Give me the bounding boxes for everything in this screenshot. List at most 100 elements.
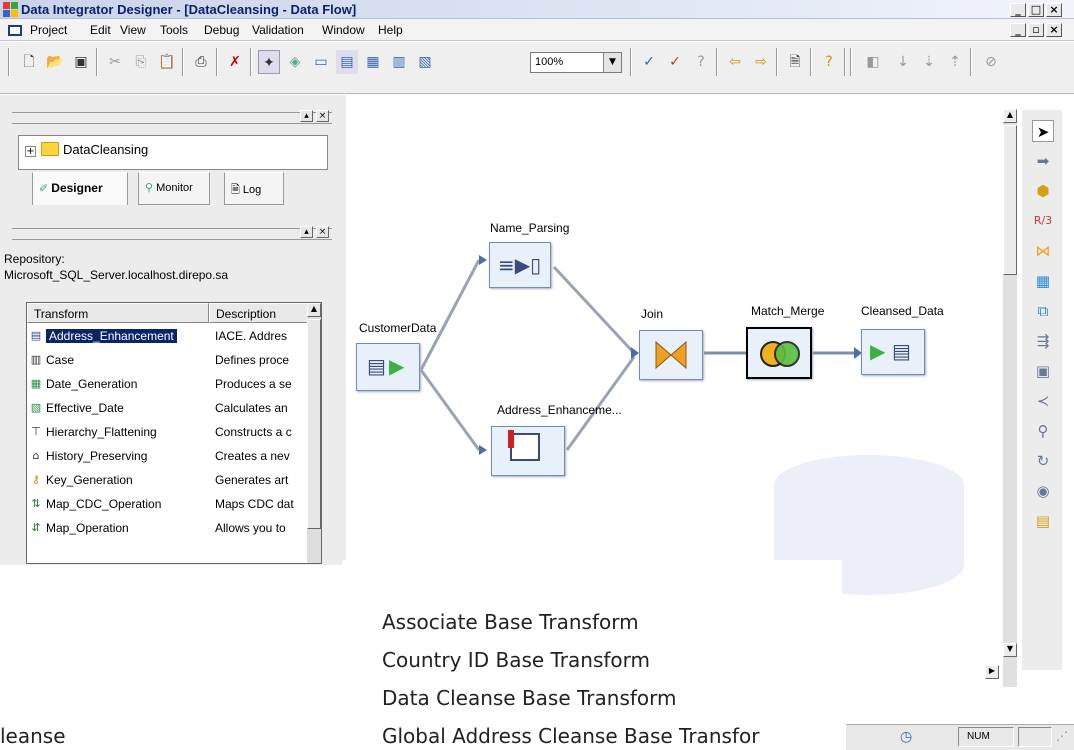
annotation-circle-icon[interactable]: ◉	[1032, 480, 1054, 502]
help-pointer-icon[interactable]: ?	[690, 50, 712, 74]
print-icon[interactable]: ⎙	[190, 50, 212, 74]
step-into-icon[interactable]: ⇣	[918, 50, 940, 74]
note-icon[interactable]: ▤	[1032, 510, 1054, 532]
menu-validation[interactable]: Validation	[252, 23, 304, 37]
node-cleansed-data[interactable]: ▶ ▤	[861, 329, 925, 375]
workflow-icon[interactable]: ⬢	[1032, 180, 1054, 202]
maximize-button[interactable]: □	[1028, 3, 1044, 17]
doc-minimize-button[interactable]: _	[1010, 23, 1026, 37]
conditional-icon[interactable]: ≺	[1032, 390, 1054, 412]
r3-icon[interactable]: R/3	[1032, 210, 1054, 232]
clock-icon: ◷	[900, 729, 913, 745]
save-all-icon[interactable]: ▣	[70, 50, 92, 74]
help-icon[interactable]: ?	[818, 50, 840, 74]
delete-icon[interactable]: ✗	[224, 50, 246, 74]
library-icon[interactable]: ▤	[336, 50, 358, 74]
view-data-icon[interactable]: 🗎	[784, 50, 806, 74]
panel-dock-button[interactable]: ▴	[300, 110, 313, 122]
node-address-enhancement[interactable]	[491, 426, 565, 476]
table-row[interactable]: ⚷ Key_Generation Generates art	[27, 469, 309, 493]
close-button[interactable]: ×	[1046, 3, 1062, 17]
menu-edit[interactable]: Edit	[90, 23, 111, 37]
resize-grip-icon[interactable]: ⋰	[1056, 729, 1068, 743]
library-dock-button[interactable]: ▴	[300, 226, 313, 238]
menu-debug[interactable]: Debug	[204, 23, 239, 37]
table-row[interactable]: ▥ Case Defines proce	[27, 349, 309, 373]
stop-debug-icon[interactable]: ⊘	[980, 50, 1002, 74]
canvas-vertical-scrollbar[interactable]: ▲ ▼	[1003, 109, 1017, 687]
paste-icon[interactable]: 📋	[156, 50, 178, 74]
scroll-down-icon[interactable]: ▼	[1003, 643, 1017, 657]
menu-tools[interactable]: Tools	[160, 23, 188, 37]
query-icon[interactable]: ⋈	[1032, 240, 1054, 262]
validate-all-icon[interactable]: ✓	[664, 50, 686, 74]
table-row[interactable]: ▧ Effective_Date Calculates an	[27, 397, 309, 421]
new-icon[interactable]: 🗋	[18, 50, 40, 74]
node-join[interactable]	[639, 330, 703, 380]
node-match-merge[interactable]	[746, 327, 812, 379]
template-table-icon[interactable]: ▦	[1032, 270, 1054, 292]
doc-restore-button[interactable]: ▫	[1028, 23, 1044, 37]
expand-icon[interactable]: +	[25, 146, 36, 157]
central-object-icon[interactable]: ▥	[388, 50, 410, 74]
table-scrollbar[interactable]: ▲	[307, 303, 321, 563]
project-area-icon[interactable]: ✦	[258, 50, 280, 74]
step-out-icon[interactable]: ⇡	[944, 50, 966, 74]
table-row[interactable]: ▤ Address_Enhancement IACE. Addres	[27, 325, 309, 349]
table-row[interactable]: ⇅ Map_CDC_Operation Maps CDC dat	[27, 493, 309, 517]
zoom-select[interactable]: 100% ▼	[530, 52, 622, 73]
cut-icon[interactable]: ✂	[104, 50, 126, 74]
library-close-button[interactable]: ×	[316, 226, 329, 238]
table-row[interactable]: ⇵ Map_Operation Allows you to	[27, 517, 309, 541]
doc-close-button[interactable]: ×	[1046, 23, 1062, 37]
designer-icon: ✐	[39, 182, 49, 195]
menu-project[interactable]: Project	[30, 23, 67, 37]
table-row[interactable]: ▦ Date_Generation Produces a se	[27, 373, 309, 397]
validate-current-icon[interactable]: ✓	[638, 50, 660, 74]
template-xml-icon[interactable]: ⧉	[1032, 300, 1054, 322]
tree-item-datacleansing[interactable]: DataCleansing	[63, 142, 148, 157]
column-header-description[interactable]: Description	[209, 303, 309, 323]
back-icon[interactable]: ⇦	[724, 50, 746, 74]
catch-icon[interactable]: ▣	[1032, 360, 1054, 382]
menu-window[interactable]: Window	[322, 23, 365, 37]
pointer-icon[interactable]: ➤	[1032, 120, 1054, 142]
tab-log[interactable]: 🗎 Log	[224, 172, 284, 205]
table-row[interactable]: ⌂ History_Preserving Creates a nev	[27, 445, 309, 469]
minimize-button[interactable]: _	[1010, 3, 1026, 17]
open-icon[interactable]: 📂	[44, 50, 66, 74]
node-customerdata[interactable]: ▤ ▶	[356, 343, 420, 391]
output-icon[interactable]: ◈	[284, 50, 306, 74]
table-row[interactable]: ⊤ Hierarchy_Flattening Constructs a c	[27, 421, 309, 445]
tab-monitor[interactable]: ⚲ Monitor	[138, 172, 210, 205]
node-name-parsing[interactable]: ≡▶▯	[489, 242, 551, 288]
tab-designer[interactable]: ✐ Designer	[32, 172, 128, 205]
try-icon[interactable]: ⚲	[1032, 420, 1054, 442]
canvas-scroll-thumb[interactable]	[1003, 125, 1017, 275]
step-over-icon[interactable]: ↓	[892, 50, 914, 74]
script-icon[interactable]: ⇶	[1032, 330, 1054, 352]
scroll-thumb[interactable]	[307, 319, 321, 529]
list-item: Associate Base Transform	[382, 610, 639, 634]
arrow-icon[interactable]: ➡	[1032, 150, 1054, 172]
source-table-icon: ▤	[367, 354, 386, 378]
column-header-transform[interactable]: Transform	[27, 303, 209, 323]
transform-name: Map_CDC_Operation	[46, 497, 162, 511]
forward-icon[interactable]: ⇨	[750, 50, 772, 74]
zoom-value: 100%	[535, 56, 564, 68]
menu-help[interactable]: Help	[378, 23, 403, 37]
scroll-up-icon[interactable]: ▲	[307, 303, 321, 317]
palette-icon[interactable]: ▧	[414, 50, 436, 74]
properties-icon[interactable]: ▦	[362, 50, 384, 74]
chevron-down-icon[interactable]: ▼	[603, 53, 621, 72]
while-loop-icon[interactable]: ↻	[1032, 450, 1054, 472]
panel-close-button[interactable]: ×	[316, 110, 329, 122]
date-gen-icon: ▦	[30, 377, 42, 390]
scroll-right-icon[interactable]: ▶	[985, 665, 999, 679]
menu-view[interactable]: View	[120, 23, 146, 37]
copy-icon[interactable]: ⎘	[130, 50, 152, 74]
scroll-up-icon[interactable]: ▲	[1003, 109, 1017, 123]
debug-icon[interactable]: ◧	[862, 50, 884, 74]
variables-icon[interactable]: ▭	[310, 50, 332, 74]
cropped-text-fragment: leanse	[0, 724, 66, 748]
